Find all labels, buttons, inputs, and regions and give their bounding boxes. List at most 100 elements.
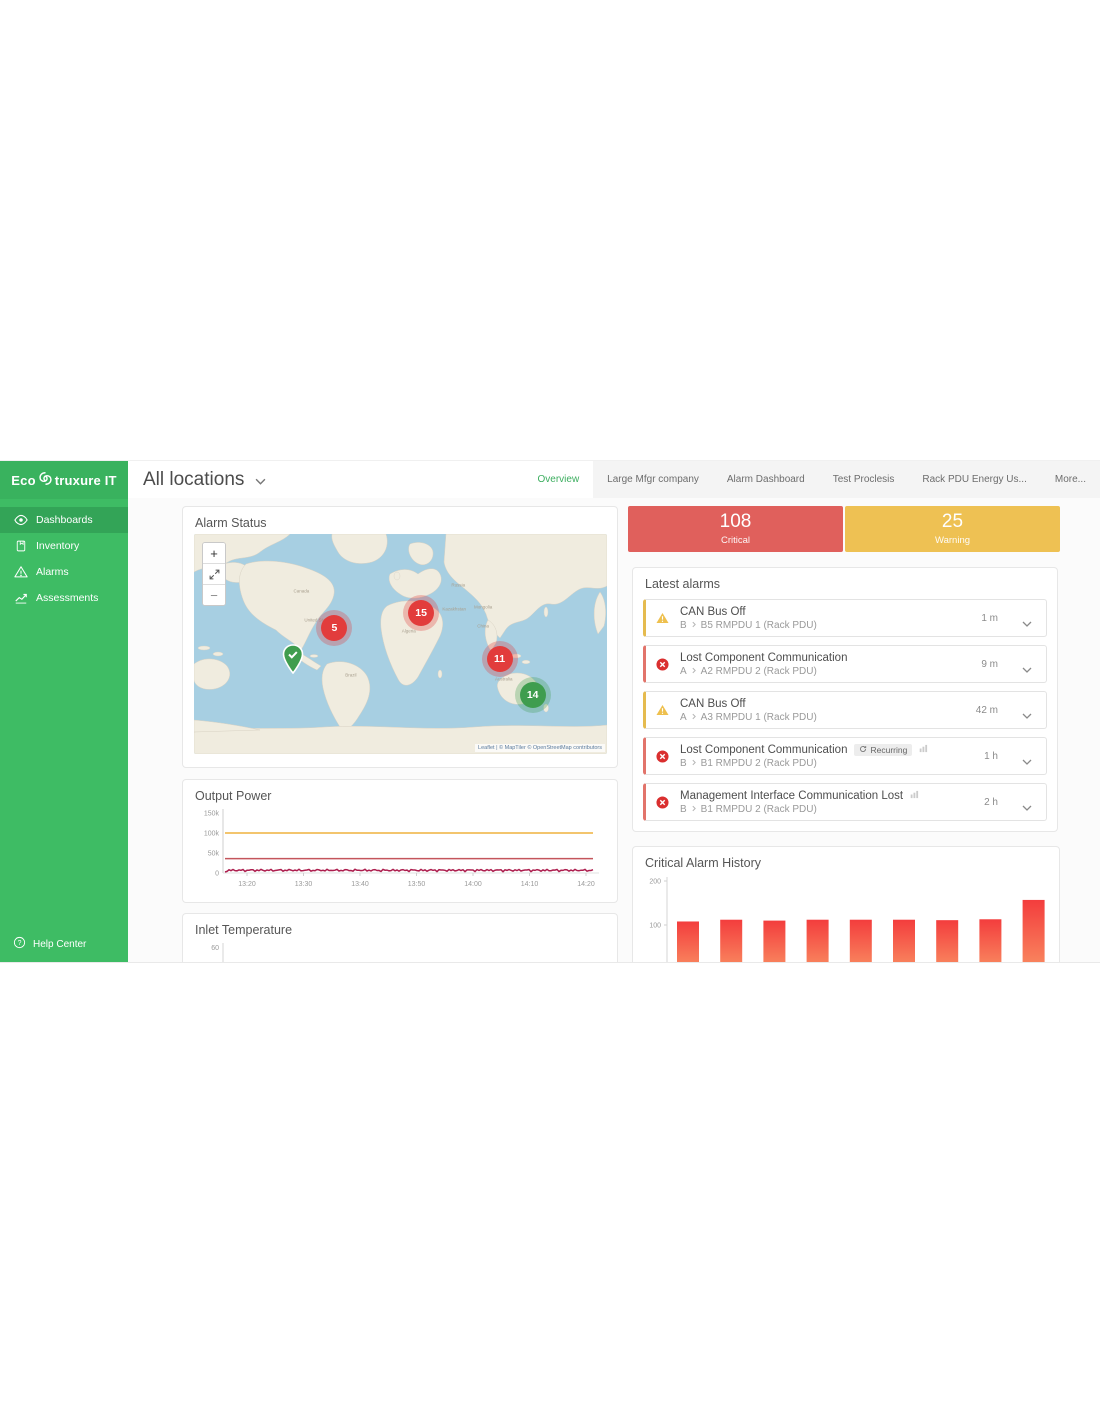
alarm-row[interactable]: Lost Component CommunicationRecurringBB1… <box>643 737 1047 775</box>
svg-text:14:10: 14:10 <box>521 881 539 888</box>
output-power-chart: 050k100k150k13:2013:3013:4013:5014:0014:… <box>189 804 613 900</box>
svg-text:?: ? <box>18 940 22 947</box>
inventory-icon <box>13 539 28 554</box>
dashboards-icon <box>13 513 28 528</box>
svg-text:150k: 150k <box>204 811 220 818</box>
severity-count: 25 <box>845 511 1060 533</box>
help-center-label: Help Center <box>33 939 86 950</box>
map-country-label: Russia <box>451 582 465 587</box>
warning-triangle-icon <box>656 612 671 624</box>
alarm-texts: Management Interface Communication Lost B… <box>680 790 919 815</box>
alarm-site: B <box>680 758 687 769</box>
sidebar: Eco truxure IT DashboardsInventoryAlarms… <box>0 461 128 962</box>
svg-text:13:50: 13:50 <box>408 881 426 888</box>
svg-text:50k: 50k <box>208 851 220 858</box>
sidebar-item-assessments[interactable]: Assessments <box>0 585 128 611</box>
alarm-title-row: CAN Bus Off <box>680 698 817 710</box>
map-marker-critical[interactable]: 15 <box>408 600 434 626</box>
map-country-label: China <box>477 624 489 629</box>
panel-title: Output Power <box>195 789 617 803</box>
alarm-age: 2 h <box>984 797 998 808</box>
alarm-row[interactable]: CAN Bus Off B B5 RMPDU 1 (Rack PDU) 1 m <box>643 599 1047 637</box>
alarm-texts: CAN Bus Off B B5 RMPDU 1 (Rack PDU) <box>680 606 817 631</box>
sidebar-menu: DashboardsInventoryAlarmsAssessments <box>0 507 128 611</box>
expand-chevron-icon[interactable] <box>1022 752 1032 770</box>
map-zoom-controls: +− <box>202 542 226 606</box>
alarm-site: B <box>680 804 687 815</box>
alarm-title: Management Interface Communication Lost <box>680 790 903 802</box>
map-zoom-in-button[interactable]: + <box>203 543 225 564</box>
alarm-device: B1 RMPDU 2 (Rack PDU) <box>701 804 817 815</box>
severity-label: Critical <box>628 535 843 546</box>
severity-summary: 108Critical25 Warning <box>628 506 1060 552</box>
alarm-title-row: Lost Component Communication <box>680 652 847 664</box>
chevron-right-separator-icon <box>692 713 696 722</box>
expand-chevron-icon[interactable] <box>1022 614 1032 632</box>
critical-alarm-history-panel: Critical Alarm History 100200 <box>632 846 1060 963</box>
alarm-activity-icon <box>910 790 919 802</box>
tab-alarm-dashboard[interactable]: Alarm Dashboard <box>713 461 819 498</box>
help-center-button[interactable]: ? Help Center <box>13 936 86 952</box>
critical-circle-icon <box>656 750 671 763</box>
location-picker[interactable]: All locations <box>143 461 266 498</box>
map-marker-critical[interactable]: 11 <box>487 646 513 672</box>
panel-title: Latest alarms <box>645 577 1057 591</box>
map-zoom-out-button[interactable]: − <box>203 585 225 605</box>
expand-chevron-icon[interactable] <box>1022 706 1032 724</box>
map-marker-ok[interactable]: 14 <box>520 682 546 708</box>
tab-test-proclesis[interactable]: Test Proclesis <box>819 461 909 498</box>
recurring-label: Recurring <box>870 745 907 755</box>
alarm-activity-icon <box>919 744 928 756</box>
alarm-row[interactable]: CAN Bus Off AA3 RMPDU 1 (Rack PDU) 42 m <box>643 691 1047 729</box>
alarm-age: 42 m <box>976 705 998 716</box>
alarm-row[interactable]: Lost Component Communication AA2 RMPDU 2 … <box>643 645 1047 683</box>
critical-circle-icon <box>656 796 671 809</box>
alarm-device: B5 RMPDU 1 (Rack PDU) <box>701 620 817 631</box>
alarm-path: AA3 RMPDU 1 (Rack PDU) <box>680 712 817 723</box>
svg-text:200: 200 <box>649 879 661 886</box>
critical-circle-icon <box>656 658 671 671</box>
sidebar-item-inventory[interactable]: Inventory <box>0 533 128 559</box>
sidebar-item-dashboards[interactable]: Dashboards <box>0 507 128 533</box>
alarm-age: 1 m <box>981 613 998 624</box>
alarm-status-panel: Alarm Status CanadaUnited StatesBrazilRu… <box>182 506 618 768</box>
expand-chevron-icon[interactable] <box>1022 798 1032 816</box>
svg-text:60: 60 <box>211 945 219 952</box>
tab-overview[interactable]: Overview <box>523 461 593 498</box>
alarm-status-map[interactable]: CanadaUnited StatesBrazilRussiaKazakhsta… <box>194 534 607 754</box>
severity-card-critical[interactable]: 108Critical <box>628 506 843 552</box>
map-marker-critical[interactable]: 5 <box>321 615 347 641</box>
alarm-title-row: CAN Bus Off <box>680 606 817 618</box>
alarm-path: AA2 RMPDU 2 (Rack PDU) <box>680 666 847 677</box>
alarm-row[interactable]: Management Interface Communication Lost B… <box>643 783 1047 821</box>
tab-more[interactable]: More... <box>1041 461 1100 498</box>
sidebar-item-alarms[interactable]: Alarms <box>0 559 128 585</box>
map-marker-ok-pin-icon[interactable] <box>281 644 305 674</box>
alarm-device: A3 RMPDU 1 (Rack PDU) <box>701 712 817 723</box>
alarm-title: Lost Component Communication <box>680 744 847 756</box>
recurring-icon <box>859 745 867 755</box>
severity-label: Warning <box>845 535 1060 546</box>
ecostruxure-loop-icon <box>37 470 54 490</box>
map-fullscreen-button[interactable] <box>203 564 225 585</box>
map-attribution[interactable]: Leaflet | © MapTiler © OpenStreetMap con… <box>475 744 605 752</box>
critical-alarm-history-chart: 100200 <box>639 871 1059 963</box>
alarm-age: 1 h <box>984 751 998 762</box>
alarm-title-row: Lost Component Communication Recurring <box>680 744 928 756</box>
tab-large-mfgr-company[interactable]: Large Mfgr company <box>593 461 713 498</box>
severity-card-warning[interactable]: 25 Warning <box>845 506 1060 552</box>
alarm-path: B B1 RMPDU 2 (Rack PDU) <box>680 804 919 815</box>
logo-text-post: truxure IT <box>55 473 117 488</box>
alarm-texts: Lost Component Communication AA2 RMPDU 2 … <box>680 652 847 677</box>
alarm-site: B <box>680 620 687 631</box>
main-content: Alarm Status CanadaUnited StatesBrazilRu… <box>128 498 1100 963</box>
world-map-land <box>194 534 607 754</box>
svg-text:13:20: 13:20 <box>238 881 256 888</box>
dashboard-tabs: OverviewLarge Mfgr companyAlarm Dashboar… <box>523 461 1100 498</box>
svg-text:13:30: 13:30 <box>295 881 313 888</box>
warning-triangle-icon <box>656 704 671 716</box>
tab-rack-pdu-energy-us[interactable]: Rack PDU Energy Us... <box>908 461 1040 498</box>
expand-chevron-icon[interactable] <box>1022 660 1032 678</box>
location-label: All locations <box>143 469 244 491</box>
app-window: Eco truxure IT DashboardsInventoryAlarms… <box>0 460 1100 963</box>
